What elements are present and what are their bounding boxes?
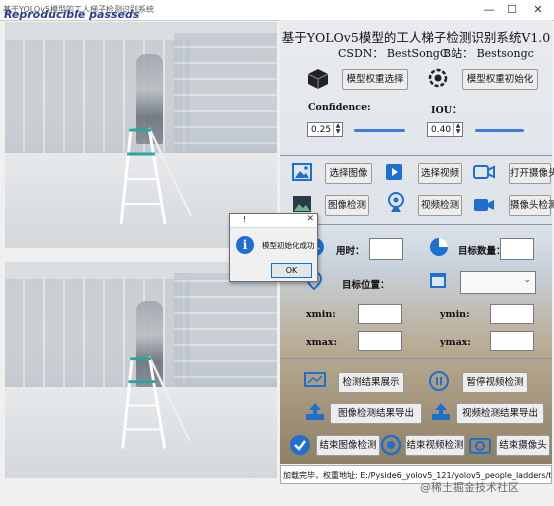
watermark: @稀土掘金技术社区 [420,481,519,494]
ymin-field [490,304,534,324]
ok-button[interactable]: OK [271,263,312,278]
pause-video-button[interactable]: 暂停视频检测 [462,372,528,393]
upload-icon [432,403,450,420]
webcam-icon [388,192,404,212]
upload-icon [306,403,324,420]
ladder-drawing [119,127,193,224]
result-image-panel [5,262,277,478]
ladder-drawing [121,356,191,449]
check-circle-icon [290,435,310,455]
control-panel: 基于YOLOv5模型的工人梯子检测识别系统V1.0 CSDN： BestSong… [280,20,554,464]
stop-circle-icon [380,434,402,456]
close-button[interactable]: ✕ [529,2,547,17]
camera-detect-button[interactable]: 摄像头检测 [509,195,554,216]
select-video-button[interactable]: 选择视频 [418,163,462,184]
confidence-slider[interactable] [354,129,405,132]
iou-label: IOU： [431,105,462,116]
dialog-title: ! [243,215,247,224]
camera-icon [473,165,495,179]
divider [280,224,552,225]
end-camera-button[interactable]: 结束摄像头 [496,435,550,456]
info-icon: i [236,236,254,254]
export-image-button[interactable]: 图像检测结果导出 [330,403,422,424]
end-video-button[interactable]: 结束视频检测 [405,435,465,456]
chevron-down-icon: ⌄ [523,275,531,285]
message-dialog: ! ✕ i 模型初始化成功 OK [229,213,318,282]
csdn-label: CSDN： BestSongC [338,47,449,60]
count-field [500,238,534,260]
maximize-button[interactable]: ☐ [503,2,521,17]
count-label: 目标数量： [458,246,506,257]
dialog-close-button[interactable]: ✕ [306,214,314,224]
ymax-field [490,331,534,351]
video-camera-icon [474,199,494,211]
target-gear-icon [428,68,448,88]
select-image-button[interactable]: 选择图像 [325,163,372,184]
show-results-button[interactable]: 检测结果展示 [338,372,404,393]
divider [280,358,552,359]
ymax-label: ymax: [440,337,471,348]
app-logo: Reproducible passeds [4,8,140,21]
pie-chart-icon [430,238,448,256]
divider [280,155,552,156]
time-field [369,238,403,260]
pause-icon [429,371,449,391]
target-position-select[interactable]: ⌄ [460,271,536,294]
iou-spinbox[interactable]: 0.40 ▲ ▼ [427,122,463,137]
calendar-icon [430,273,446,288]
bili-label: B站： Bestsongc [443,47,534,60]
title-bar: 基于YOLOv5模型的工人梯子检测识别系统 Reproducible passe… [0,0,554,21]
image-detect-button[interactable]: 图像检测 [325,195,369,216]
model-select-button[interactable]: 模型权重选择 [342,69,408,90]
confidence-spinbox[interactable]: 0.25 ▲ ▼ [307,122,343,137]
xmax-field [358,331,402,351]
cube-icon [307,69,329,89]
spin-arrows-icon[interactable]: ▲ ▼ [333,123,342,136]
end-image-button[interactable]: 结束图像检测 [316,435,380,456]
ymin-label: ymin: [440,309,470,320]
xmin-field [358,304,402,324]
open-camera-button[interactable]: 打开摄像头 [509,163,554,184]
xmin-label: xmin: [306,309,336,320]
monitor-icon [304,372,326,387]
time-label: 用时： [336,246,365,257]
image-detect-icon [293,196,311,212]
xmax-label: xmax: [306,337,338,348]
app-title: 基于YOLOv5模型的工人梯子检测识别系统V1.0 [281,30,551,45]
export-video-button[interactable]: 视频检测结果导出 [456,403,544,424]
dialog-titlebar: ! ✕ [230,214,317,228]
video-file-icon [386,164,402,180]
dialog-message: 模型初始化成功 [262,241,315,250]
iou-slider[interactable] [475,129,524,132]
image-icon [292,163,312,181]
target-position-label: 目标位置： [342,280,390,291]
minimize-button[interactable]: — [480,2,498,17]
model-init-button[interactable]: 模型权重初始化 [462,69,538,90]
camera-off-icon [469,438,491,454]
confidence-label: Confidence: [308,102,371,113]
spin-arrows-icon[interactable]: ▲ ▼ [453,123,462,136]
video-detect-button[interactable]: 视频检测 [418,195,462,216]
